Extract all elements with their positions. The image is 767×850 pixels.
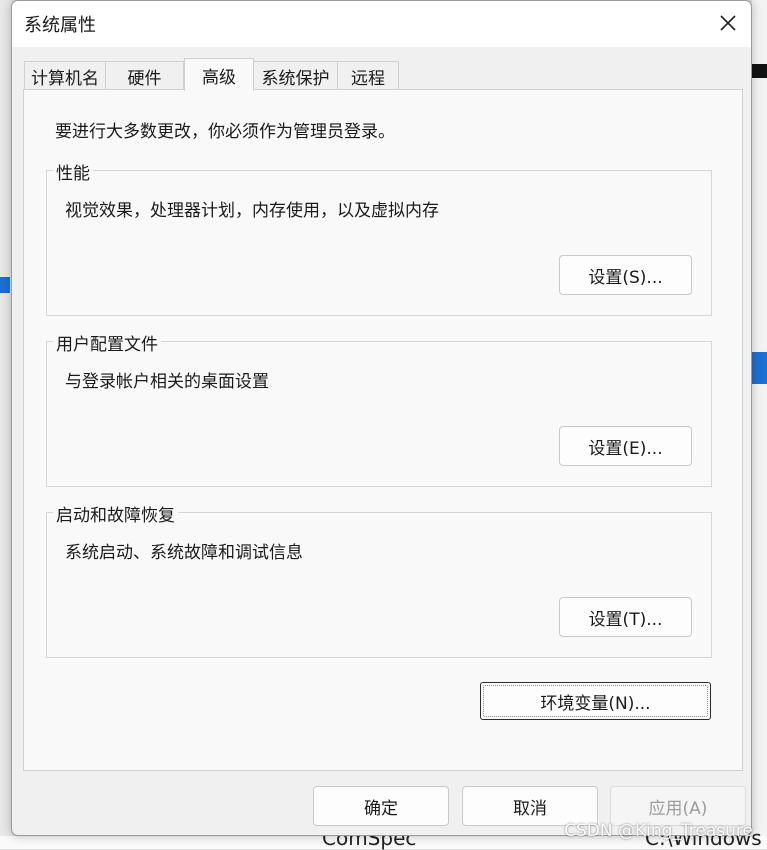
background-window-right: [752, 0, 767, 849]
ok-button[interactable]: 确定: [313, 786, 449, 826]
close-icon: [720, 15, 736, 31]
tab-system-protection[interactable]: 系统保护: [253, 61, 338, 90]
system-properties-dialog: 系统属性 计算机名 硬件 高级 系统保护 远程 要进行大多数更改，你必须作为管理…: [11, 0, 752, 836]
apply-button[interactable]: 应用(A): [610, 786, 746, 826]
tab-label: 系统保护: [261, 68, 330, 89]
performance-description: 视觉效果，处理器计划，内存使用，以及虚拟内存: [65, 201, 439, 221]
tab-hardware[interactable]: 硬件: [105, 61, 184, 90]
performance-group: 性能 视觉效果，处理器计划，内存使用，以及虚拟内存 设置(S)...: [46, 159, 712, 316]
tab-computer-name[interactable]: 计算机名: [24, 61, 106, 90]
tab-remote[interactable]: 远程: [337, 61, 399, 90]
environment-variables-button[interactable]: 环境变量(N)...: [480, 682, 711, 720]
performance-group-title: 性能: [53, 159, 93, 184]
performance-settings-button[interactable]: 设置(S)...: [559, 255, 692, 295]
user-profiles-description: 与登录帐户相关的桌面设置: [65, 372, 269, 392]
tab-label: 计算机名: [31, 68, 99, 89]
tab-label: 硬件: [127, 68, 162, 89]
user-profiles-settings-button[interactable]: 设置(E)...: [559, 426, 692, 466]
tab-label: 高级: [202, 67, 236, 88]
background-strip: [752, 64, 767, 78]
startup-recovery-group-title: 启动和故障恢复: [53, 501, 178, 526]
admin-note: 要进行大多数更改，你必须作为管理员登录。: [55, 122, 395, 142]
startup-recovery-settings-button[interactable]: 设置(T)...: [559, 597, 692, 637]
user-profiles-group: 用户配置文件 与登录帐户相关的桌面设置 设置(E)...: [46, 330, 712, 487]
advanced-tab-panel: 要进行大多数更改，你必须作为管理员登录。 性能 视觉效果，处理器计划，内存使用，…: [23, 89, 743, 771]
tab-label: 远程: [351, 68, 385, 89]
tab-advanced[interactable]: 高级: [184, 58, 254, 91]
cancel-button[interactable]: 取消: [462, 786, 598, 826]
title-bar: 系统属性: [12, 1, 751, 47]
watermark: CSDN @King_Treasure: [564, 821, 753, 841]
user-profiles-group-title: 用户配置文件: [53, 330, 161, 355]
close-button[interactable]: [705, 1, 751, 45]
startup-recovery-description: 系统启动、系统故障和调试信息: [65, 543, 303, 563]
background-selection-left: [0, 277, 10, 293]
startup-recovery-group: 启动和故障恢复 系统启动、系统故障和调试信息 设置(T)...: [46, 501, 712, 658]
background-selected-row: [752, 352, 767, 384]
window-title: 系统属性: [24, 15, 96, 36]
